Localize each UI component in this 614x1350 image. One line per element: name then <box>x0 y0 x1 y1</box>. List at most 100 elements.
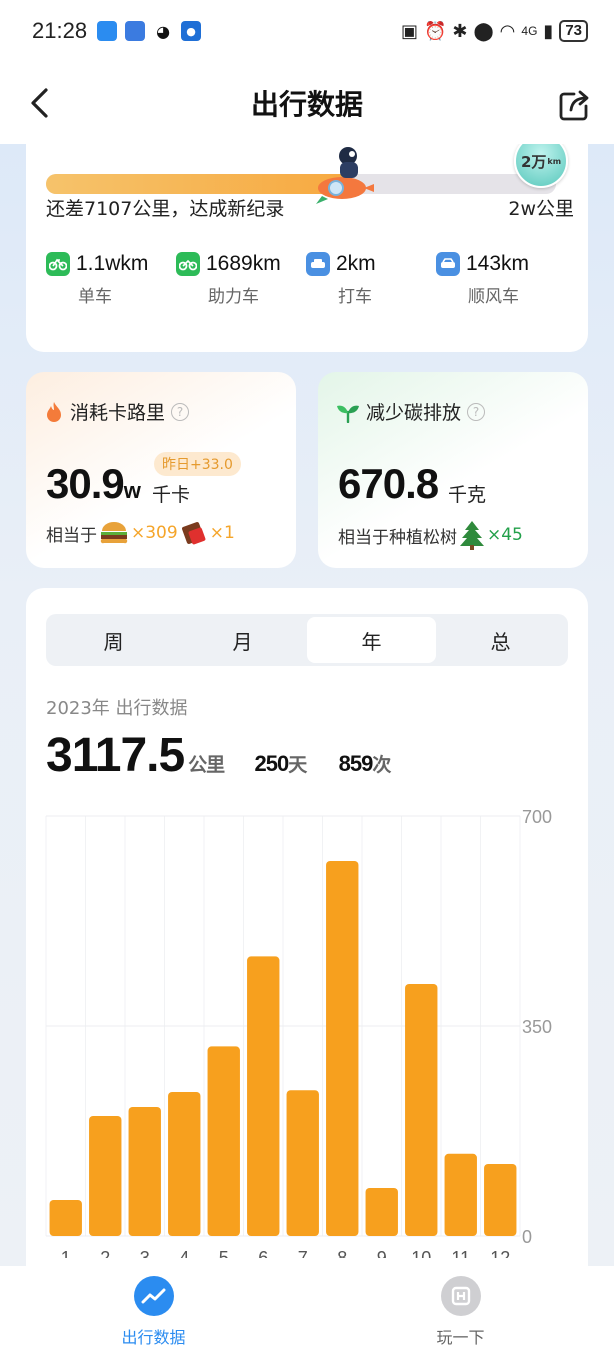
year-total-row: 3117.5 公里 250天 859次 <box>46 728 391 783</box>
period-stats-card: 周 月 年 总 2023年 出行数据 3117.5 公里 250天 859次 12… <box>26 588 588 1266</box>
chart-bar <box>89 1116 122 1236</box>
year-stats-label: 2023年 出行数据 <box>46 698 188 719</box>
sprout-icon <box>337 405 359 423</box>
monthly-distance-chart[interactable]: 1 2 3 4 5 6 7 8 9 10 11 120350700 <box>26 798 588 1258</box>
carbon-title: 减少碳排放 <box>366 402 462 424</box>
mode-label: 助力车 <box>208 287 259 307</box>
tab-all[interactable]: 总 <box>436 617 565 663</box>
record-progress-fill <box>46 174 352 194</box>
status-time: 21:28 <box>32 18 88 43</box>
mode-ebike[interactable]: 1689km 助力车 <box>176 252 306 307</box>
pine-tree-icon <box>460 521 484 550</box>
chocolate-icon <box>181 522 206 545</box>
app-notification-icon <box>125 21 146 41</box>
mode-carpool[interactable]: 143km 顺风车 <box>436 252 566 307</box>
mode-value: 1689km <box>206 252 281 275</box>
chart-x-tick-label: 2 <box>100 1248 110 1258</box>
equiv-prefix: 相当于种植松树 <box>338 527 457 548</box>
carbon-value: 670.8 <box>338 460 439 507</box>
chart-y-tick-label: 0 <box>522 1227 532 1247</box>
qq-icon: ◕ <box>153 21 174 41</box>
burger-icon <box>100 522 128 544</box>
mode-label: 顺风车 <box>468 287 519 307</box>
nav-play-label: 玩一下 <box>436 1328 485 1347</box>
chart-x-tick-label: 5 <box>219 1248 229 1258</box>
mode-bike[interactable]: 1.1wkm 单车 <box>46 252 176 307</box>
year-trips-unit: 次 <box>372 755 391 776</box>
chart-bar <box>168 1092 201 1236</box>
location-icon: ⬤ <box>473 20 494 42</box>
record-progress-bar <box>46 174 556 194</box>
chart-x-tick-label: 9 <box>377 1248 387 1258</box>
chart-bar <box>247 956 280 1236</box>
carbon-card[interactable]: 减少碳排放 ? 670.8 千克 相当于种植松树 ×45 <box>318 372 588 568</box>
app-notification-icon: ● <box>181 21 202 41</box>
chart-x-tick-label: 11 <box>451 1248 470 1258</box>
help-icon[interactable]: ? <box>467 402 486 421</box>
mode-value: 143km <box>466 252 530 275</box>
mileage-card: 2万 km 还差7107公里，达成新纪录 2w公里 1.1wkm 单车 1689… <box>26 144 588 352</box>
calories-title: 消耗卡路里 <box>70 402 166 424</box>
share-icon[interactable] <box>558 88 592 122</box>
chart-bar <box>365 1188 398 1236</box>
period-tabs: 周 月 年 总 <box>46 614 568 666</box>
goal-distance-text: 2w公里 <box>508 198 574 220</box>
mode-taxi[interactable]: 2km 打车 <box>306 252 436 307</box>
bike-icon <box>46 252 70 276</box>
nav-play[interactable]: 玩一下 <box>307 1266 614 1350</box>
ebike-icon <box>176 252 200 276</box>
alarm-icon: ⏰ <box>424 20 447 42</box>
nav-travel-data[interactable]: 出行数据 <box>0 1266 307 1350</box>
mode-value: 1.1wkm <box>76 252 149 275</box>
calories-unit: 千卡 <box>152 484 191 506</box>
back-arrow-icon[interactable] <box>24 86 58 120</box>
year-days-unit: 天 <box>288 755 307 776</box>
mode-value: 2km <box>336 252 376 275</box>
tab-year[interactable]: 年 <box>307 617 436 663</box>
nav-travel-label: 出行数据 <box>121 1328 186 1347</box>
tree-count: ×45 <box>487 525 523 545</box>
chart-bar <box>49 1200 82 1236</box>
travel-mode-list: 1.1wkm 单车 1689km 助力车 2km 打车 143km 顺风车 <box>46 252 576 307</box>
chart-x-tick-label: 6 <box>258 1248 268 1258</box>
game-icon <box>440 1276 481 1316</box>
chart-bar <box>128 1107 161 1236</box>
tab-week[interactable]: 周 <box>49 617 178 663</box>
nav-bar: 出行数据 <box>0 62 614 144</box>
help-icon[interactable]: ? <box>171 402 190 421</box>
page-title: 出行数据 <box>250 88 363 121</box>
chart-x-tick-label: 8 <box>337 1248 347 1258</box>
equiv-prefix: 相当于 <box>46 525 97 546</box>
chart-x-tick-label: 3 <box>140 1248 150 1258</box>
app-notification-icon <box>97 21 118 41</box>
battery-level: 73 <box>559 20 588 42</box>
mode-label: 单车 <box>78 287 112 307</box>
year-distance: 3117.5 <box>46 729 185 782</box>
flame-icon <box>47 401 61 422</box>
year-distance-unit: 公里 <box>188 755 225 776</box>
chart-x-tick-label: 12 <box>490 1248 510 1258</box>
calories-card[interactable]: 消耗卡路里 ? 昨日+33.0 30.9w 千卡 相当于 ×309 ×1 <box>26 372 296 568</box>
burger-count: ×309 <box>131 523 178 543</box>
chart-bar <box>207 1046 240 1236</box>
status-indicators: ▣ ⏰ ✱ ⬤ ◠ 4G ▮ 73 <box>401 20 588 42</box>
tab-month[interactable]: 月 <box>178 617 307 663</box>
chart-x-tick-label: 10 <box>411 1248 431 1258</box>
mode-label: 打车 <box>338 287 372 307</box>
signal-icon: ▮ <box>543 20 554 42</box>
carbon-unit: 千克 <box>448 484 487 506</box>
chart-x-tick-label: 1 <box>61 1248 71 1258</box>
yesterday-badge: 昨日+33.0 <box>154 452 241 476</box>
chart-bar <box>286 1090 319 1236</box>
scroll-content[interactable]: 2万 km 还差7107公里，达成新纪录 2w公里 1.1wkm 单车 1689… <box>0 144 614 1266</box>
rocket-rider-icon <box>316 147 374 204</box>
chart-bar <box>484 1164 517 1236</box>
chart-bar <box>326 861 359 1236</box>
year-trips: 859 <box>338 751 374 776</box>
wifi-icon: ◠ <box>499 20 516 42</box>
calories-equivalent: 相当于 ×309 ×1 <box>46 520 235 546</box>
chart-y-tick-label: 350 <box>522 1017 552 1037</box>
taxi-icon <box>306 252 330 276</box>
trend-chart-icon <box>133 1276 174 1316</box>
goal-badge-unit: km <box>547 156 562 166</box>
